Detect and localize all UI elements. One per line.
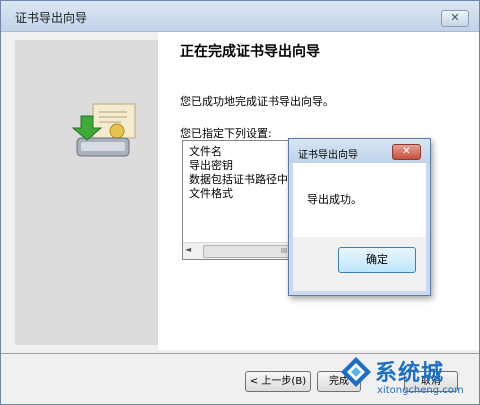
wizard-window: 证书导出向导 ✕ 正在完成证书导出向导 您已成功地完成证书导出向导。 您已指定下… xyxy=(0,0,480,405)
settings-label: 您已指定下列设置: xyxy=(180,127,272,140)
watermark-url: xitongcheng.com xyxy=(377,385,464,396)
dialog-body: 导出成功。 xyxy=(293,163,426,237)
page-title: 正在完成证书导出向导 xyxy=(180,44,320,60)
dialog-message: 导出成功。 xyxy=(307,193,362,206)
scroll-left-arrow-icon[interactable]: ◄ xyxy=(185,245,191,254)
window-close-button[interactable]: ✕ xyxy=(441,10,469,27)
window-title: 证书导出向导 xyxy=(15,11,88,25)
ok-button[interactable]: 确定 xyxy=(338,247,416,273)
title-bar: 证书导出向导 ✕ xyxy=(1,1,479,32)
certificate-export-icon xyxy=(71,103,136,157)
site-watermark: 系统城 xitongcheng.com xyxy=(331,349,477,403)
wizard-side-panel xyxy=(15,40,158,345)
list-item: 文件格式 xyxy=(189,187,233,200)
dialog-footer: 确定 xyxy=(293,237,426,291)
back-button[interactable]: < 上一步(B) xyxy=(245,371,311,392)
dialog-close-button[interactable]: ✕ xyxy=(392,144,421,160)
dialog-title-bar: 证书导出向导 ✕ xyxy=(289,139,430,163)
export-success-dialog: 证书导出向导 ✕ 导出成功。 确定 xyxy=(288,138,431,296)
completion-message: 您已成功地完成证书导出向导。 xyxy=(180,95,334,108)
watermark-text: 系统城 xyxy=(375,361,445,386)
watermark-logo-icon xyxy=(341,357,371,387)
dialog-title: 证书导出向导 xyxy=(298,150,358,161)
